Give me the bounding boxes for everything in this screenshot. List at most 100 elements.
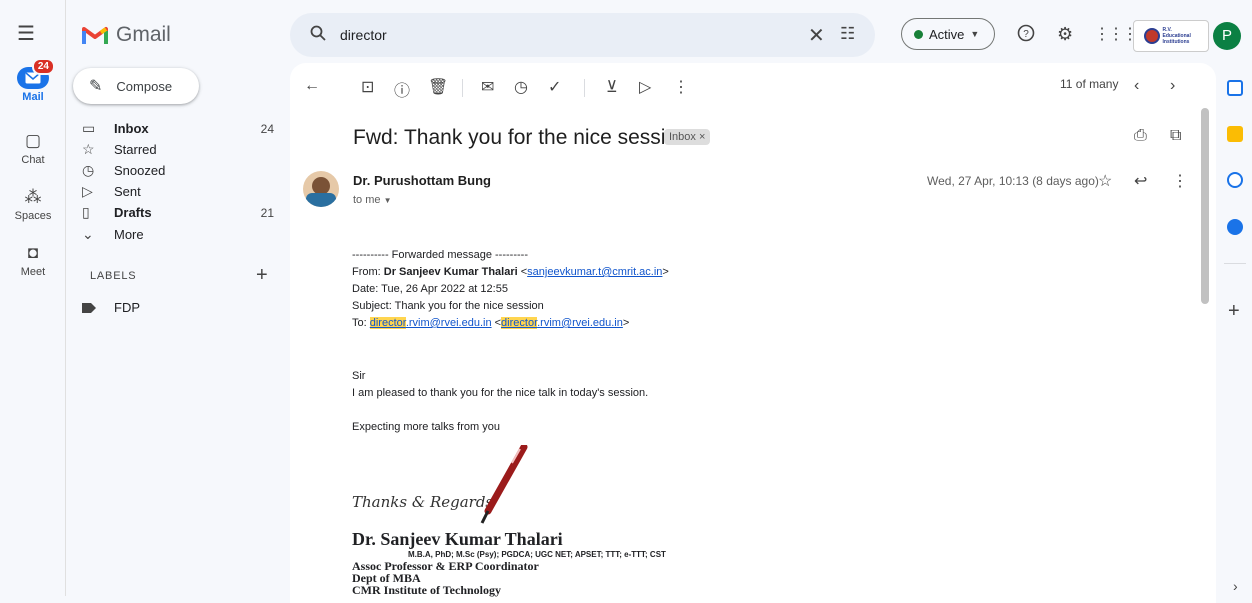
sender-name: Dr. Purushottam Bung <box>353 173 491 188</box>
help-icon[interactable]: ? <box>1017 24 1035 47</box>
org-logo-text: R.V. Educational Institutions <box>1162 27 1191 45</box>
rail-spaces[interactable]: ⁂ Spaces <box>0 187 66 222</box>
app-name: Gmail <box>116 23 171 46</box>
status-dot <box>914 29 923 39</box>
mail-icon: 24 <box>17 58 55 89</box>
mail-unread-badge: 24 <box>31 58 55 75</box>
pager-text: 11 of many <box>1060 77 1119 91</box>
inbox-label-chip[interactable]: Inbox × <box>664 129 711 145</box>
toolbar-divider <box>462 79 463 97</box>
archive-icon[interactable]: ⊡ <box>361 77 374 97</box>
spaces-icon: ⁂ <box>24 187 42 206</box>
snooze-clock-icon[interactable]: ◷ <box>514 77 528 97</box>
svg-text:?: ? <box>1023 29 1029 40</box>
from-name: Dr Sanjeev Kumar Thalari <box>383 266 518 278</box>
rail-chat[interactable]: ▢ Chat <box>0 131 66 166</box>
mark-unread-icon[interactable]: ✉ <box>481 77 494 97</box>
gmail-m-icon <box>82 27 108 44</box>
details-caret-icon: ▼ <box>383 196 392 205</box>
gmail-logo[interactable]: Gmail <box>82 23 171 47</box>
nav-item-starred[interactable]: ☆ Starred <box>82 139 274 160</box>
back-arrow-icon[interactable]: ← <box>304 77 320 95</box>
sender-avatar[interactable] <box>303 171 339 207</box>
fwd-from-line: From: Dr Sanjeev Kumar Thalari <sanjeevk… <box>352 266 669 278</box>
search-icon[interactable] <box>310 25 326 46</box>
send-icon: ▷ <box>82 183 93 199</box>
clock-icon: ◷ <box>82 162 95 178</box>
nav-item-count: 21 <box>260 205 274 220</box>
to-email-rest: .rvim@rvei.edu.in <box>537 317 623 329</box>
email-subject: Fwd: Thank you for the nice session <box>353 126 689 149</box>
older-chevron-icon[interactable]: › <box>1170 77 1175 95</box>
caret-down-icon: ▼ <box>970 29 980 39</box>
nav-item-more[interactable]: ⌄ More <box>82 224 274 245</box>
search-options-icon[interactable]: ☷ <box>840 24 855 44</box>
status-dropdown[interactable]: Active ▼ <box>901 18 995 50</box>
fwd-date-line: Date: Tue, 26 Apr 2022 at 12:55 <box>352 283 508 295</box>
rail-meet[interactable]: ◘ Meet <box>0 243 66 278</box>
move-to-icon[interactable]: ⊻ <box>606 77 618 97</box>
label-item-fdp[interactable]: FDP <box>82 297 274 318</box>
more-vert-icon[interactable]: ⋮ <box>673 77 689 97</box>
from-email-link[interactable]: sanjeevkumar.t@cmrit.ac.in <box>527 266 662 278</box>
side-panel-divider <box>1224 263 1246 264</box>
reply-icon[interactable]: ↩ <box>1134 171 1147 191</box>
label-icon[interactable]: ▷ <box>639 77 651 97</box>
newer-chevron-icon[interactable]: ‹ <box>1134 77 1139 95</box>
nav-item-drafts[interactable]: ▯ Drafts 21 <box>82 202 274 223</box>
scrollbar-thumb[interactable] <box>1201 108 1209 304</box>
pencil-icon: ✎ <box>89 78 103 95</box>
expand-panel-chevron-icon[interactable]: › <box>1233 578 1238 594</box>
nav-item-label: Sent <box>114 184 141 199</box>
tasks-icon[interactable] <box>1227 172 1243 188</box>
add-label-icon[interactable]: + <box>256 264 268 287</box>
signature-institute: CMR Institute of Technology <box>352 583 502 597</box>
status-label: Active <box>929 26 965 42</box>
recipient-details[interactable]: to me ▼ <box>353 194 392 206</box>
search-input[interactable]: director <box>340 27 387 43</box>
clear-search-icon[interactable]: ✕ <box>808 23 825 48</box>
to-email-rest: .rvim@rvei.edu.in <box>405 317 492 329</box>
report-spam-icon[interactable]: ⓘ <box>394 77 410 101</box>
fwd-subject-line: Subject: Thank you for the nice session <box>352 300 544 312</box>
apps-grid-icon[interactable]: ⋮⋮⋮ <box>1094 24 1138 44</box>
main-menu-icon[interactable]: ☰ <box>14 22 38 46</box>
rail-spaces-label: Spaces <box>14 210 52 222</box>
contacts-icon[interactable] <box>1227 219 1243 235</box>
add-task-icon[interactable]: ✓ <box>548 77 561 97</box>
get-addons-plus-icon[interactable]: + <box>1228 300 1240 323</box>
keep-icon[interactable] <box>1227 126 1243 142</box>
star-icon[interactable]: ☆ <box>1098 171 1112 191</box>
account-avatar[interactable]: P <box>1213 22 1241 50</box>
star-icon: ☆ <box>82 141 95 157</box>
nav-item-snoozed[interactable]: ◷ Snoozed <box>82 160 274 181</box>
settings-gear-icon[interactable]: ⚙ <box>1057 24 1073 45</box>
from-prefix: From: <box>352 266 384 278</box>
chip-close-icon[interactable]: × <box>699 131 705 143</box>
compose-button[interactable]: ✎ Compose <box>73 68 199 104</box>
signature-credentials: M.B.A, PhD; M.Sc (Psy); PGDCA; UGC NET; … <box>408 550 666 559</box>
inbox-icon: ▭ <box>82 120 96 136</box>
delete-icon[interactable]: 🗑 <box>428 77 448 97</box>
rail-mail[interactable]: 24 Mail <box>0 58 66 103</box>
rail-chat-label: Chat <box>21 154 45 166</box>
calendar-icon[interactable] <box>1227 80 1243 96</box>
rail-mail-label: Mail <box>22 91 44 103</box>
nav-item-label: Snoozed <box>114 163 166 178</box>
nav-item-sent[interactable]: ▷ Sent <box>82 181 274 202</box>
nav-item-label: More <box>114 227 144 242</box>
print-icon[interactable]: ⎙ <box>1134 127 1147 145</box>
to-email-link-2[interactable]: director.rvim@rvei.edu.in <box>501 317 623 329</box>
to-prefix: To: <box>352 317 370 329</box>
search-bar[interactable]: director ✕ ☷ <box>290 13 875 57</box>
open-new-window-icon[interactable]: ⧉ <box>1170 127 1181 145</box>
rail-divider <box>65 0 66 596</box>
message-more-vert-icon[interactable]: ⋮ <box>1172 171 1188 191</box>
forward-header: ---------- Forwarded message --------- <box>352 249 528 261</box>
pen-icon <box>480 445 528 524</box>
nav-item-inbox[interactable]: ▭ Inbox 24 <box>82 118 274 139</box>
search-highlight: director <box>501 317 538 329</box>
to-text: to me <box>353 194 381 206</box>
org-logo[interactable]: R.V. Educational Institutions <box>1133 20 1209 52</box>
to-email-link[interactable]: director.rvim@rvei.edu.in <box>369 317 492 329</box>
